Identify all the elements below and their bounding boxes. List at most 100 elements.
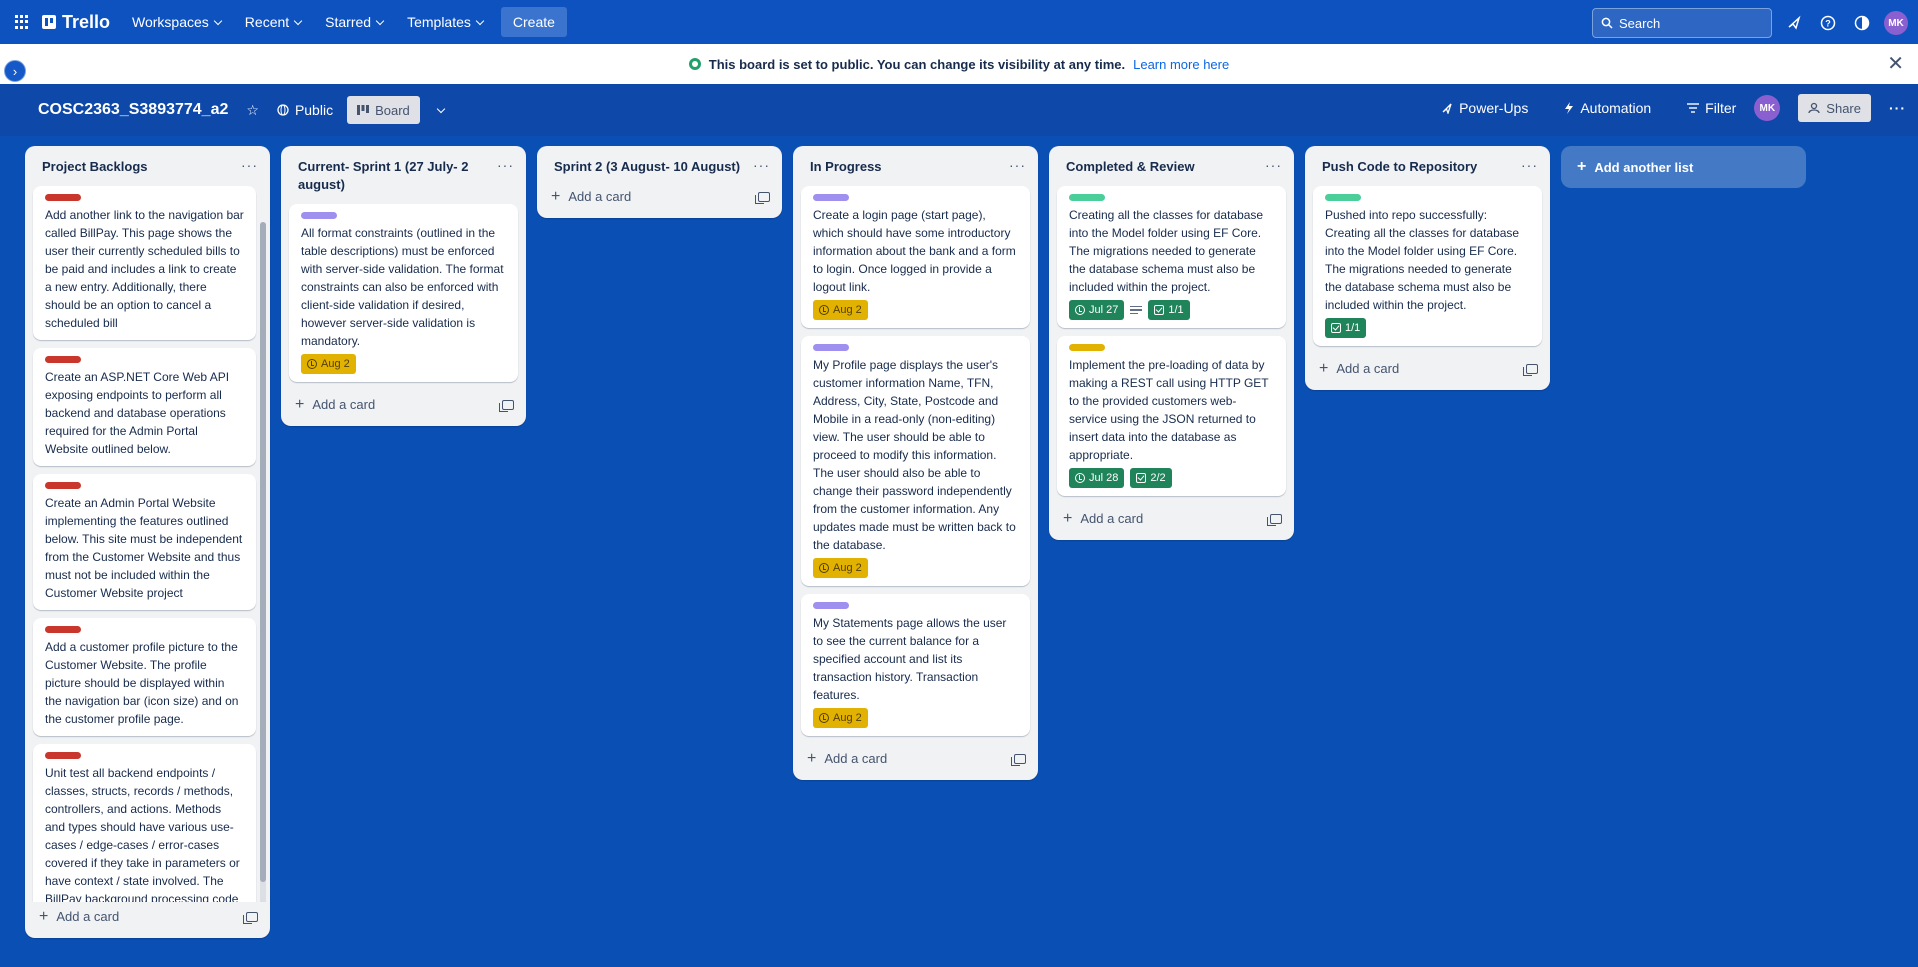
filter-icon	[1687, 103, 1700, 113]
clock-icon	[307, 359, 317, 369]
card-label-red[interactable]	[45, 356, 81, 363]
list-title[interactable]: Completed & Review	[1066, 158, 1195, 176]
globe-icon	[688, 58, 701, 70]
add-list-button[interactable]: + Add another list	[1561, 146, 1806, 188]
visibility-button[interactable]: Public	[277, 102, 333, 118]
help-icon[interactable]: ?	[1816, 11, 1840, 35]
list-project-backlogs: Project Backlogs ··· Add another link to…	[25, 146, 270, 938]
checklist-badge[interactable]: 1/1	[1148, 300, 1190, 320]
workspaces-menu[interactable]: Workspaces	[120, 6, 233, 38]
list-menu-icon[interactable]: ···	[1265, 158, 1282, 172]
card-template-icon[interactable]	[755, 192, 770, 204]
card-label-purple[interactable]	[813, 194, 849, 201]
due-date-complete-badge[interactable]: Jul 27	[1069, 300, 1125, 320]
list-scrollbar-thumb[interactable]	[260, 222, 266, 882]
filter-button[interactable]: Filter	[1687, 100, 1736, 116]
checklist-badge[interactable]: 1/1	[1325, 318, 1367, 338]
card[interactable]: Creating all the classes for database in…	[1057, 186, 1286, 328]
star-icon[interactable]: ☆	[246, 102, 259, 119]
list-title[interactable]: Project Backlogs	[42, 158, 148, 176]
rocket-icon	[1442, 103, 1452, 114]
card-text: Create a login page (start page), which …	[813, 208, 1016, 294]
due-date-badge[interactable]: Aug 2	[301, 354, 356, 374]
card-template-icon[interactable]	[1267, 514, 1282, 526]
card[interactable]: All format constraints (outlined in the …	[289, 204, 518, 382]
view-switcher-chevron[interactable]	[436, 104, 446, 113]
add-card-button[interactable]: + Add a card	[281, 390, 526, 420]
due-date-badge[interactable]: Aug 2	[813, 708, 868, 728]
create-button[interactable]: Create	[500, 7, 567, 37]
power-ups-button[interactable]: Power-Ups	[1441, 100, 1528, 116]
notifications-icon[interactable]	[1782, 11, 1806, 35]
templates-menu[interactable]: Templates	[395, 6, 495, 38]
card[interactable]: Create an Admin Portal Website implement…	[33, 474, 256, 610]
app-switcher-icon[interactable]	[10, 10, 34, 34]
list-menu-icon[interactable]: ···	[1521, 158, 1538, 172]
card[interactable]: Create an ASP.NET Core Web API exposing …	[33, 348, 256, 466]
list-title[interactable]: Sprint 2 (3 August- 10 August)	[554, 158, 740, 176]
automation-button[interactable]: Automation	[1564, 100, 1651, 116]
recent-menu[interactable]: Recent	[233, 6, 313, 38]
card[interactable]: Implement the pre-loading of data by mak…	[1057, 336, 1286, 496]
board-header: COSC2363_S3893774_a2 ☆ Public Board Powe…	[0, 84, 1918, 136]
add-card-button[interactable]: + Add a card	[537, 182, 782, 212]
list-title[interactable]: In Progress	[810, 158, 882, 176]
clock-icon	[1075, 305, 1085, 315]
card-template-icon[interactable]	[499, 400, 514, 412]
add-card-button[interactable]: + Add a card	[1305, 354, 1550, 384]
due-date-complete-badge[interactable]: Jul 28	[1069, 468, 1125, 488]
card-text: Add a customer profile picture to the Cu…	[45, 640, 239, 726]
checklist-badge[interactable]: 2/2	[1130, 468, 1172, 488]
card-label-red[interactable]	[45, 626, 81, 633]
close-icon[interactable]: ✕	[1887, 54, 1904, 74]
card-template-icon[interactable]	[1011, 754, 1026, 766]
due-date-badge[interactable]: Aug 2	[813, 300, 868, 320]
trello-logo[interactable]: Trello	[42, 12, 110, 33]
board-member-avatar[interactable]: MK	[1754, 95, 1781, 121]
starred-menu[interactable]: Starred	[313, 6, 395, 38]
card[interactable]: My Profile page displays the user's cust…	[801, 336, 1030, 586]
card-template-icon[interactable]	[1523, 364, 1538, 376]
card-text: Create an ASP.NET Core Web API exposing …	[45, 370, 230, 456]
card[interactable]: Create a login page (start page), which …	[801, 186, 1030, 328]
learn-more-link[interactable]: Learn more here	[1133, 57, 1229, 72]
card[interactable]: My Statements page allows the user to se…	[801, 594, 1030, 736]
card-label-red[interactable]	[45, 194, 81, 201]
board-title[interactable]: COSC2363_S3893774_a2	[38, 101, 228, 119]
due-date-badge[interactable]: Aug 2	[813, 558, 868, 578]
card-label-purple[interactable]	[813, 602, 849, 609]
plus-icon: +	[1577, 158, 1587, 175]
card-label-green[interactable]	[1069, 194, 1105, 201]
add-card-button[interactable]: + Add a card	[1049, 504, 1294, 534]
trello-logo-icon	[42, 15, 56, 29]
add-card-button[interactable]: + Add a card	[793, 744, 1038, 774]
card-template-icon[interactable]	[243, 912, 258, 924]
add-card-button[interactable]: + Add a card	[25, 902, 270, 932]
user-icon	[1808, 102, 1820, 114]
card[interactable]: Add another link to the navigation bar c…	[33, 186, 256, 340]
card-label-purple[interactable]	[813, 344, 849, 351]
list-menu-icon[interactable]: ···	[241, 158, 258, 172]
chevron-down-icon	[293, 16, 303, 25]
card[interactable]: Pushed into repo successfully: Creating …	[1313, 186, 1542, 346]
card-label-red[interactable]	[45, 482, 81, 489]
share-button[interactable]: Share	[1798, 94, 1871, 122]
list-title[interactable]: Push Code to Repository	[1322, 158, 1477, 176]
list-completed-review: Completed & Review ··· Creating all the …	[1049, 146, 1294, 540]
list-menu-icon[interactable]: ···	[497, 158, 514, 172]
theme-toggle-icon[interactable]	[1850, 11, 1874, 35]
user-avatar[interactable]: MK	[1884, 11, 1908, 35]
card-label-green[interactable]	[1325, 194, 1361, 201]
sidebar-toggle-icon[interactable]: ›	[4, 60, 26, 82]
list-menu-icon[interactable]: ···	[753, 158, 770, 172]
list-menu-icon[interactable]: ···	[1009, 158, 1026, 172]
card[interactable]: Add a customer profile picture to the Cu…	[33, 618, 256, 736]
card-label-purple[interactable]	[301, 212, 337, 219]
card-label-yellow[interactable]	[1069, 344, 1105, 351]
list-title[interactable]: Current- Sprint 1 (27 July- 2 august)	[298, 158, 488, 194]
board-view-button[interactable]: Board	[347, 96, 420, 124]
search-input[interactable]: Search	[1592, 8, 1772, 38]
card-label-red[interactable]	[45, 752, 81, 759]
card[interactable]: Unit test all backend endpoints / classe…	[33, 744, 256, 902]
board-menu-icon[interactable]: ···	[1889, 100, 1906, 116]
